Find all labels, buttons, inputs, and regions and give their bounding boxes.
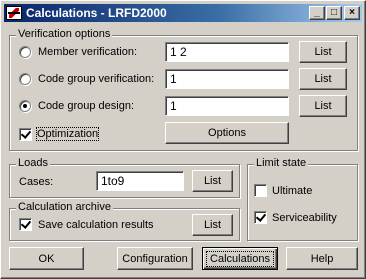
save-results-checkbox[interactable]	[19, 218, 32, 231]
loads-group: Loads Cases: 1to9 List	[9, 157, 240, 198]
title-bar-buttons: _ □ ×	[308, 6, 360, 20]
ok-button[interactable]: OK	[9, 247, 84, 270]
member-verification-radio[interactable]	[19, 46, 31, 58]
code-group-design-label: Code group design:	[38, 100, 135, 112]
calculations-dialog: Calculations - LRFD2000 _ □ × Verificati…	[0, 0, 366, 279]
cases-label: Cases:	[19, 176, 54, 188]
verification-options-title: Verification options	[16, 28, 113, 40]
window-title: Calculations - LRFD2000	[26, 6, 167, 20]
code-group-design-list-button[interactable]: List	[299, 95, 347, 117]
serviceability-checkbox[interactable]	[254, 211, 267, 224]
minimize-icon: _	[314, 7, 320, 18]
close-icon: ×	[349, 7, 355, 18]
code-group-verification-list-button[interactable]: List	[299, 68, 347, 90]
minimize-button[interactable]: _	[309, 6, 325, 20]
cases-list-button[interactable]: List	[192, 170, 233, 192]
member-verification-field[interactable]: 1 2	[165, 42, 289, 62]
code-group-design-field[interactable]: 1	[165, 96, 289, 116]
cases-field[interactable]: 1to9	[96, 171, 184, 191]
maximize-icon: □	[330, 7, 338, 18]
calculation-archive-group: Calculation archive Save calculation res…	[9, 201, 240, 241]
verification-options-group: Verification options Member verification…	[9, 28, 358, 151]
help-button[interactable]: Help	[286, 247, 358, 270]
loads-title: Loads	[16, 157, 50, 169]
member-list-button[interactable]: List	[299, 41, 347, 63]
ultimate-label: Ultimate	[272, 185, 313, 197]
configuration-button[interactable]: Configuration	[117, 247, 193, 270]
code-group-verification-radio[interactable]	[19, 73, 31, 85]
optimization-checkbox[interactable]	[19, 128, 32, 141]
app-icon	[6, 6, 22, 20]
save-results-label: Save calculation results	[38, 219, 154, 231]
member-verification-label: Member verification:	[38, 46, 138, 58]
calculations-button[interactable]: Calculations	[202, 247, 278, 270]
optimization-label: Optimization	[35, 127, 100, 141]
code-group-verification-field[interactable]: 1	[165, 69, 289, 89]
maximize-button[interactable]: □	[326, 6, 342, 20]
close-button[interactable]: ×	[344, 6, 360, 20]
options-button[interactable]: Options	[165, 122, 289, 144]
code-group-design-radio[interactable]	[19, 100, 31, 112]
limit-state-title: Limit state	[254, 157, 309, 169]
title-bar[interactable]: Calculations - LRFD2000 _ □ ×	[4, 4, 362, 22]
ultimate-checkbox[interactable]	[254, 184, 267, 197]
code-group-verification-label: Code group verification:	[38, 73, 155, 85]
limit-state-group: Limit state Ultimate Serviceability	[247, 157, 358, 241]
serviceability-label: Serviceability	[272, 212, 337, 224]
archive-list-button[interactable]: List	[192, 214, 233, 236]
calculation-archive-title: Calculation archive	[16, 201, 113, 213]
